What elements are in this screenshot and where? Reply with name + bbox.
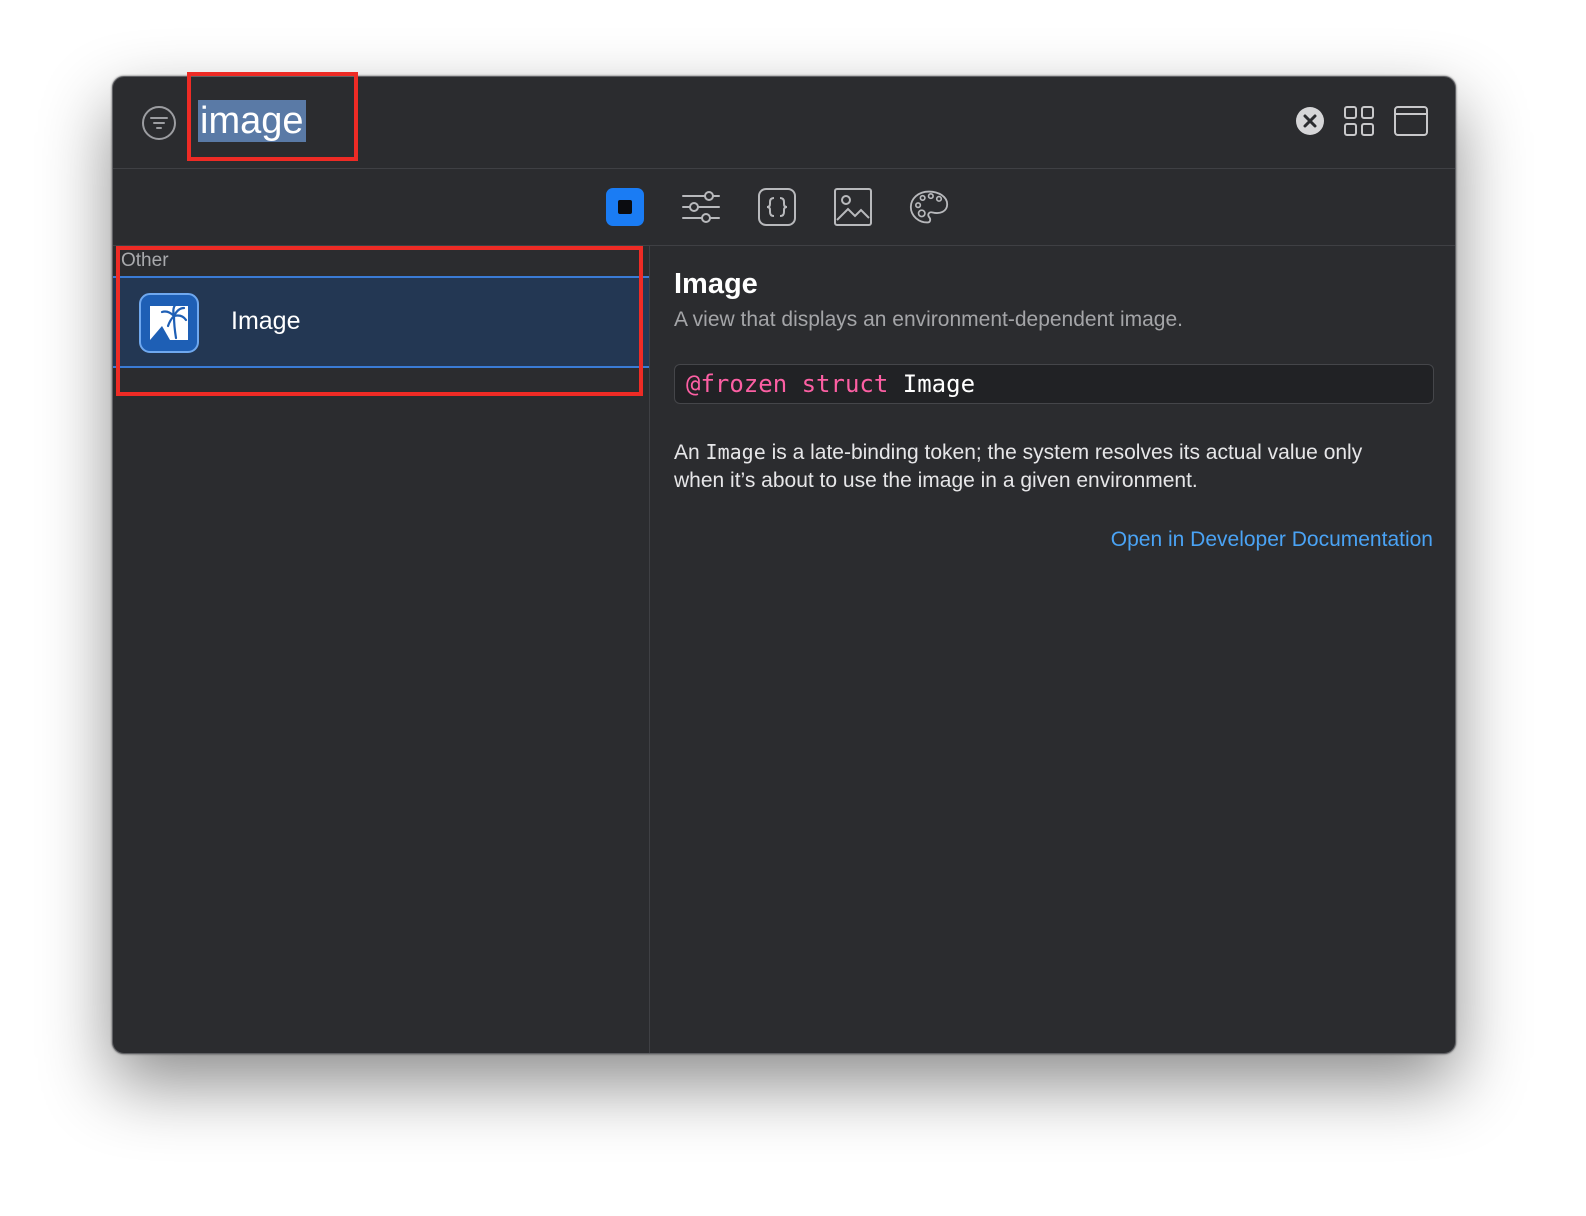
tab-views[interactable] — [605, 187, 645, 227]
open-documentation-link[interactable]: Open in Developer Documentation — [1111, 528, 1433, 552]
annotation-box-result — [116, 246, 643, 396]
doc-title: Image — [674, 268, 758, 300]
toolbar-icons — [1295, 105, 1429, 137]
clear-circle-icon[interactable] — [1295, 106, 1325, 136]
snippets-icon — [758, 188, 796, 226]
doc-body-code: Image — [705, 440, 766, 464]
annotation-box-search — [187, 72, 358, 161]
library-window: image Other Image Image A view that disp… — [112, 76, 1456, 1054]
color-palette-icon — [909, 190, 949, 224]
doc-body: An Image is a late-binding token; the sy… — [674, 438, 1414, 495]
declaration-code: @frozen struct Image — [674, 364, 1434, 404]
tab-media[interactable] — [833, 187, 873, 227]
modifiers-icon — [682, 191, 720, 223]
filter-icon[interactable] — [141, 105, 177, 141]
library-tab-bar — [113, 169, 1455, 246]
declaration-keyword: struct — [801, 370, 889, 398]
detail-pane: Image A view that displays an environmen… — [650, 246, 1455, 1053]
image-icon — [834, 188, 872, 226]
tab-modifiers[interactable] — [681, 187, 721, 227]
declaration-name: Image — [902, 370, 976, 398]
declaration-attribute: @frozen — [686, 370, 788, 398]
doc-body-post: is a late-binding token; the system reso… — [674, 441, 1363, 492]
tab-colors[interactable] — [909, 187, 949, 227]
doc-subtitle: A view that displays an environment-depe… — [674, 308, 1183, 331]
doc-body-pre: An — [674, 441, 706, 464]
grid-view-icon[interactable] — [1343, 105, 1375, 137]
tab-snippets[interactable] — [757, 187, 797, 227]
window-icon[interactable] — [1393, 105, 1429, 137]
views-icon — [606, 188, 644, 226]
